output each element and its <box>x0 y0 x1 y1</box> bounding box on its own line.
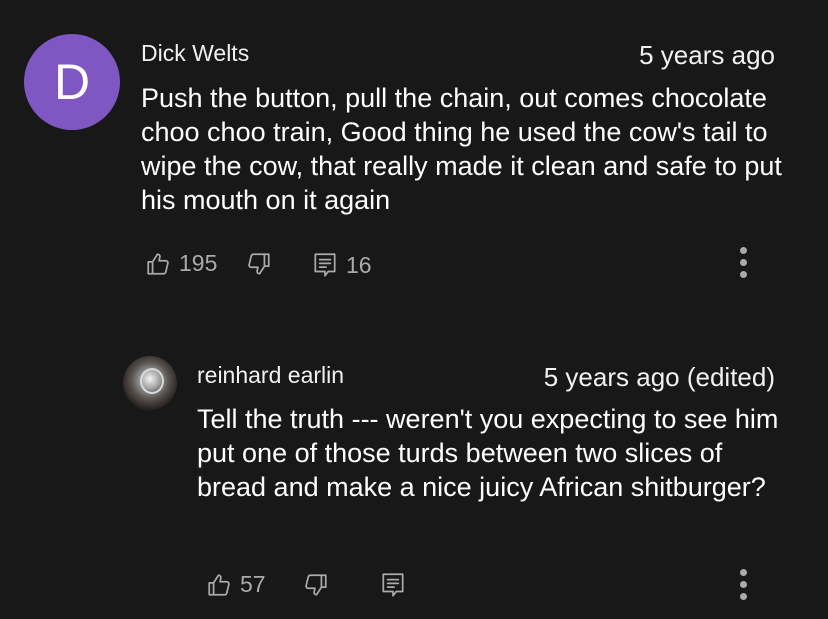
thumbs-down-icon <box>305 574 327 596</box>
like-count: 195 <box>179 250 218 276</box>
reply-button[interactable] <box>380 571 406 599</box>
comment-author[interactable]: reinhard earlin <box>197 362 344 389</box>
thumbs-down-icon <box>248 253 270 275</box>
dislike-button[interactable] <box>246 251 272 277</box>
dislike-button[interactable] <box>303 572 329 598</box>
reply-button[interactable]: 16 <box>312 251 372 279</box>
avatar-photo-lens <box>140 368 164 394</box>
thumbs-up-icon <box>208 573 230 596</box>
more-vertical-icon[interactable] <box>737 247 749 287</box>
like-count: 57 <box>240 571 266 597</box>
comment-icon <box>382 573 404 597</box>
more-vertical-icon[interactable] <box>737 569 749 609</box>
comment-timestamp[interactable]: 5 years ago <box>639 40 775 71</box>
like-button[interactable]: 57 <box>206 571 266 598</box>
comment-timestamp[interactable]: 5 years ago (edited) <box>544 362 775 393</box>
comment-text: Push the button, pull the chain, out com… <box>141 83 782 215</box>
comments-section: D Dick Welts 5 years ago Push the button… <box>0 0 828 619</box>
comment-text: Tell the truth --- weren't you expecting… <box>197 404 779 502</box>
avatar[interactable] <box>123 356 177 410</box>
avatar[interactable]: D <box>24 34 120 130</box>
comment-icon <box>314 253 336 277</box>
like-button[interactable]: 195 <box>145 250 217 277</box>
comment-author[interactable]: Dick Welts <box>141 40 249 67</box>
reply-count: 16 <box>346 251 372 278</box>
thumbs-up-icon <box>147 252 169 275</box>
